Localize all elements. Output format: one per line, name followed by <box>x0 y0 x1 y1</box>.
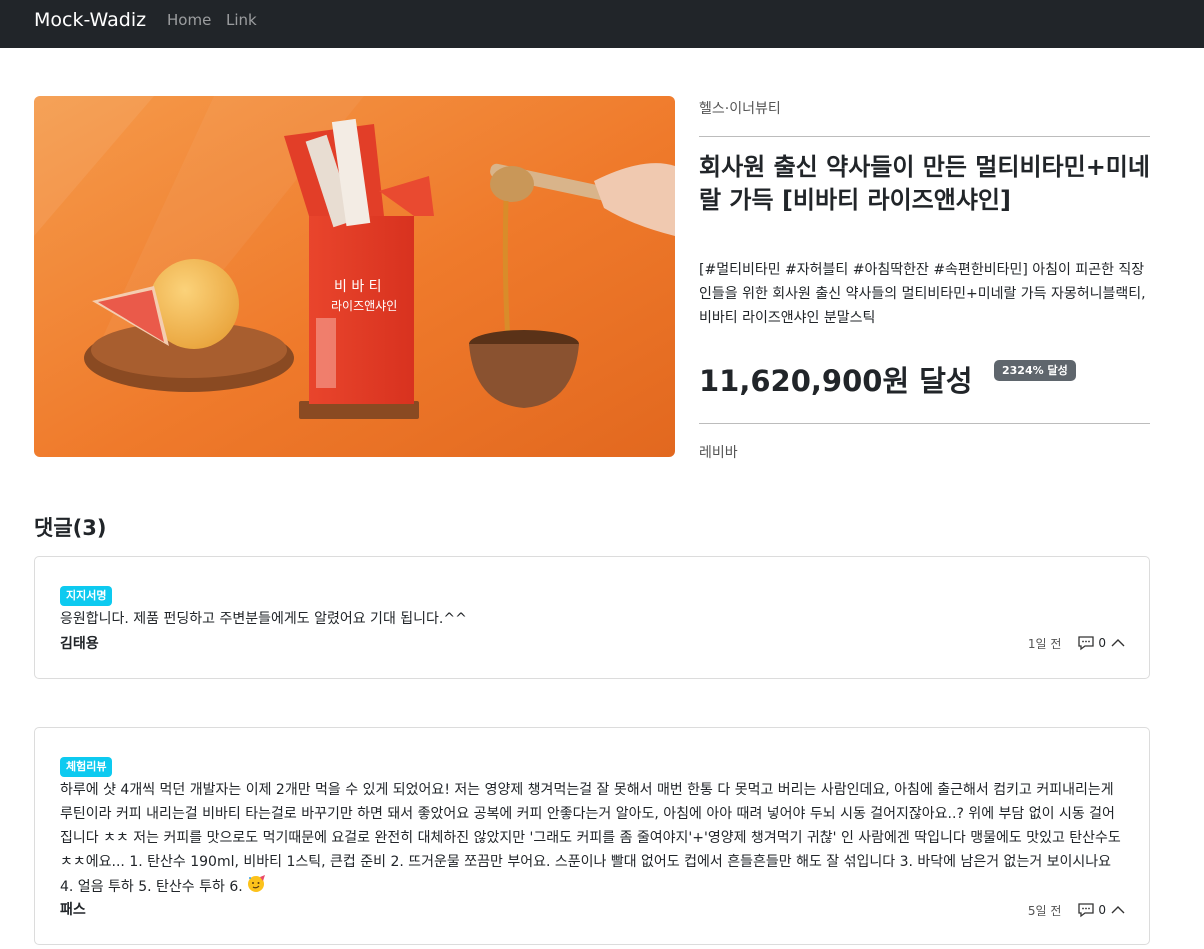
product-box-subtext: 라이즈앤샤인 <box>331 299 397 313</box>
maker-name[interactable]: 레비바 <box>699 442 738 462</box>
comment-time: 1일 전 <box>1027 636 1062 651</box>
comment-text: 하루에 샷 4개씩 먹던 개발자는 이제 2개만 먹을 수 있게 되었어요! 저… <box>60 778 1126 902</box>
comment-meta: 5일 전 0 <box>1028 901 1125 919</box>
product-box-text: 비 바 티 <box>334 279 382 295</box>
comment-text: 응원합니다. 제품 펀딩하고 주변분들에게도 알렸어요 기대 됩니다.^^ <box>60 611 467 627</box>
navbar-brand[interactable]: Mock-Wadiz <box>34 9 146 31</box>
product-image: 비 바 티 라이즈앤샤인 <box>34 96 675 457</box>
party-face-emoji-icon <box>246 874 266 902</box>
comment-author: 김태용 <box>60 636 99 652</box>
reply-count: 0 <box>1098 636 1106 650</box>
product-description: [#멀티비타민 #자허블티 #아침딱한잔 #속편한비타민] 아침이 피곤한 직장… <box>699 262 1146 326</box>
comment-text-body: 하루에 샷 4개씩 먹던 개발자는 이제 2개만 먹을 수 있게 되었어요! 저… <box>60 782 1121 895</box>
comment-card: 체험리뷰 하루에 샷 4개씩 먹던 개발자는 이제 2개만 먹을 수 있게 되었… <box>34 727 1150 945</box>
comment-time: 5일 전 <box>1027 903 1062 918</box>
product-category: 헬스·이너뷰티 <box>699 101 781 117</box>
product-title: 회사원 출신 약사들이 만든 멀티비타민+미네랄 가득 [비바티 라이즈앤샤인] <box>699 153 1150 214</box>
comment-icon[interactable] <box>1077 635 1095 651</box>
comments-heading: 댓글(3) <box>34 516 107 540</box>
chevron-up-icon[interactable] <box>1111 905 1125 915</box>
comment-icon[interactable] <box>1077 902 1095 918</box>
comment-tag: 체험리뷰 <box>60 757 113 777</box>
navbar: Mock-Wadiz Home Link <box>0 0 1204 48</box>
comment-card: 지지서명 응원합니다. 제품 펀딩하고 주변분들에게도 알렸어요 기대 됩니다.… <box>34 556 1150 679</box>
achievement-badge: 2324% 달성 <box>994 360 1076 381</box>
funding-amount: 11,620,900원 달성 <box>699 364 973 398</box>
reply-count: 0 <box>1098 903 1106 917</box>
comment-tag: 지지서명 <box>60 586 113 606</box>
chevron-up-icon[interactable] <box>1111 638 1125 648</box>
divider <box>699 423 1150 424</box>
comment-meta: 1일 전 0 <box>1028 634 1125 652</box>
comment-author: 패스 <box>60 902 86 918</box>
divider <box>699 136 1150 137</box>
nav-link-home[interactable]: Home <box>167 11 211 29</box>
nav-link-link[interactable]: Link <box>226 11 257 29</box>
